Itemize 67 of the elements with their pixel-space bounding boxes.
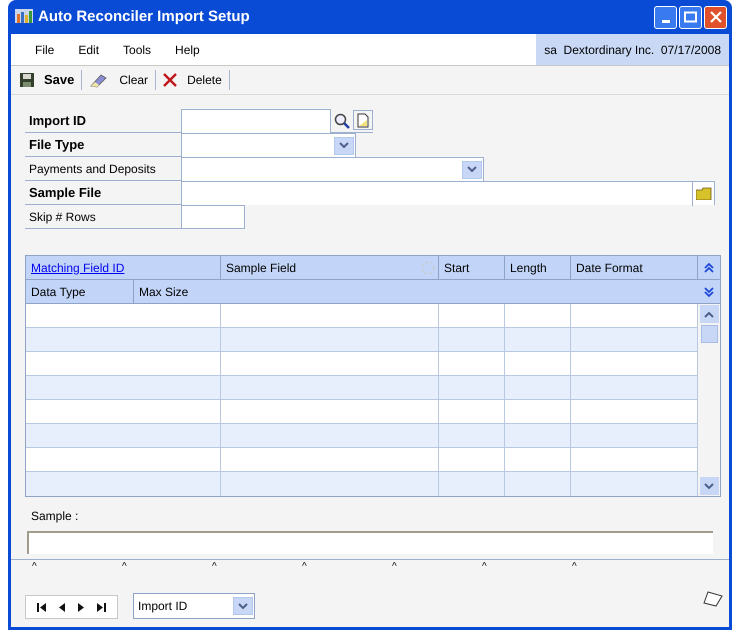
maximize-button[interactable] <box>679 6 702 28</box>
sort-dropdown-button[interactable] <box>233 597 253 615</box>
menu-item[interactable]: Edit <box>66 40 112 58</box>
folder-icon <box>696 187 712 200</box>
delete-button[interactable]: Delete <box>158 68 227 92</box>
column-header: Data Type <box>26 280 134 303</box>
record-navigator[interactable] <box>25 595 118 619</box>
next-record-icon <box>78 602 84 612</box>
sample-file-field[interactable] <box>181 181 715 205</box>
last-record-icon <box>97 602 106 612</box>
close-icon <box>710 11 722 23</box>
import-id-field[interactable] <box>181 109 331 133</box>
column-marker: ^ <box>302 560 308 574</box>
skip-rows-field[interactable] <box>181 205 245 229</box>
column-marker: ^ <box>482 560 488 574</box>
dropdown-button[interactable] <box>334 136 354 154</box>
field-label: Payments and Deposits <box>28 160 157 178</box>
magnifier-icon <box>334 113 350 129</box>
close-button[interactable] <box>704 6 727 28</box>
field-label: File Type <box>28 136 86 154</box>
note-icon <box>703 591 723 607</box>
vertical-scrollbar[interactable] <box>698 304 720 496</box>
previous-record-icon <box>58 602 65 612</box>
sample-field[interactable] <box>27 531 713 554</box>
note-icon <box>357 112 369 128</box>
sample-label: Sample : <box>31 508 80 525</box>
field-label: Sample File <box>28 184 102 202</box>
chevron-down-icon <box>339 142 349 149</box>
first-record-icon <box>36 602 46 612</box>
chevron-down-icon <box>704 482 714 490</box>
column-marker: ^ <box>572 560 578 574</box>
column-header: Length <box>509 260 547 276</box>
field-label: Import ID <box>28 112 88 130</box>
column-header-link[interactable]: Matching Field ID <box>26 258 124 276</box>
field-label: Skip # Rows <box>28 208 97 226</box>
scroll-thumb <box>700 325 718 343</box>
dropdown-button[interactable] <box>462 160 482 178</box>
minimize-button[interactable] <box>654 6 677 28</box>
delete-x-icon <box>163 73 178 87</box>
menu-item[interactable]: Help <box>163 40 212 58</box>
eraser-icon <box>89 72 110 88</box>
sort-by-dropdown[interactable]: Import ID <box>133 593 255 619</box>
column-marker: ^ <box>122 560 128 574</box>
column-header: Max Size <box>138 284 190 300</box>
chevron-down-icon <box>467 166 477 173</box>
maximize-icon <box>684 11 697 23</box>
double-chevron-up-icon <box>703 262 715 274</box>
clear-button[interactable]: Clear <box>84 68 154 92</box>
column-marker: ^ <box>32 560 38 574</box>
menu-item[interactable]: File <box>23 40 66 58</box>
chevron-up-icon <box>704 310 714 318</box>
column-header: Date Format <box>575 260 643 276</box>
save-button[interactable]: Save <box>15 68 80 92</box>
window-title: Auto Reconciler Import Setup <box>38 6 250 27</box>
double-chevron-down-icon <box>703 286 715 298</box>
column-header: Start <box>443 260 470 276</box>
spinner-icon <box>421 260 435 274</box>
browse-button[interactable] <box>692 182 714 206</box>
user-company-date: sa Dextordinary Inc. 07/17/2008 <box>536 34 729 65</box>
app-icon <box>15 9 33 25</box>
column-header: Sample Field <box>225 260 296 276</box>
minimize-icon <box>662 20 670 22</box>
chevron-down-icon <box>238 602 248 610</box>
column-marker: ^ <box>392 560 398 574</box>
menu-item[interactable]: Tools <box>111 40 164 58</box>
note-button[interactable] <box>353 110 373 130</box>
column-marker: ^ <box>212 560 218 574</box>
